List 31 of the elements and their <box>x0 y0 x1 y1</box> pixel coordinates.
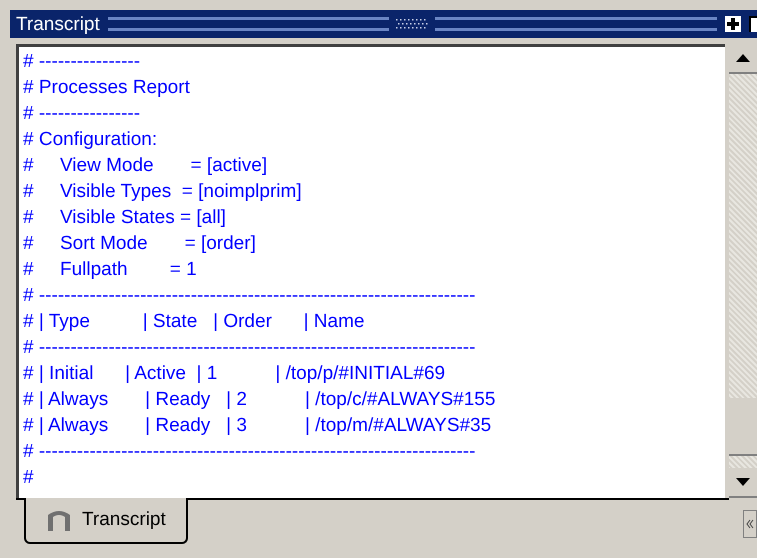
transcript-line: # Configuration: <box>23 128 158 152</box>
transcript-line: # | Always | Ready | 3 | /top/m/#ALWAYS#35 <box>23 414 492 438</box>
scroll-thumb[interactable] <box>729 398 757 456</box>
transcript-line: # Processes Report <box>23 76 190 100</box>
transcript-line: # ---------------- <box>23 102 140 126</box>
grip-dots-icon <box>395 18 430 30</box>
transcript-line: # --------------------------------------------------------------------- <box>23 336 476 360</box>
scrollbar[interactable] <box>729 44 757 498</box>
transcript-line: # ---------------- <box>23 50 140 74</box>
transcript-line: # View Mode = [active] <box>23 154 268 178</box>
grip-lines-icon <box>435 17 718 31</box>
transcript-line: # | Initial | Active | 1 | /top/p/#INITIAL#69 <box>23 362 446 386</box>
up-arrow-icon <box>736 54 750 62</box>
transcript-line: # <box>23 466 34 490</box>
transcript-line: # --------------------------------------------------------------------- <box>23 284 476 308</box>
maximize-icon[interactable] <box>725 16 741 32</box>
down-arrow-icon <box>736 478 750 486</box>
grip-lines-icon <box>108 17 390 31</box>
scroll-down-button[interactable] <box>729 468 757 498</box>
transcript-line: # Fullpath = 1 <box>23 258 197 282</box>
transcript-line: # --------------------------------------------------------------------- <box>23 440 476 464</box>
double-chevron-left-icon <box>746 519 754 529</box>
transcript-line: # Sort Mode = [order] <box>23 232 256 256</box>
transcript-line: # | Always | Ready | 2 | /top/c/#ALWAYS#155 <box>23 388 496 412</box>
transcript-line: # Visible States = [all] <box>23 206 226 230</box>
restore-icon[interactable] <box>749 16 757 32</box>
tab-scroll-left-button[interactable] <box>743 510 757 538</box>
transcript-line: # | Type | State | Order | Name <box>23 310 364 334</box>
transcript-line: # Visible Types = [noimplprim] <box>23 180 302 204</box>
window-title: Transcript <box>16 14 100 34</box>
tab[interactable]: Transcript <box>24 498 188 544</box>
